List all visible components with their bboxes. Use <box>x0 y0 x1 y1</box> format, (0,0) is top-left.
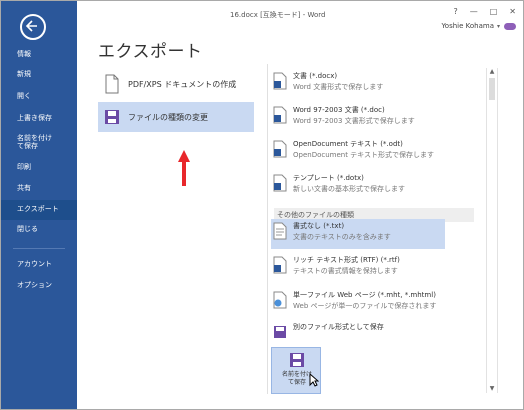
backstage-sidebar: 情報 新規 開く 上書き保存 名前を付けて保存 印刷 共有 エクスポート 閉じる… <box>1 1 77 409</box>
arrow-left-icon <box>25 20 37 32</box>
minimize-button[interactable]: — <box>470 7 478 16</box>
file-type-mht[interactable]: 単一ファイル Web ページ (*.mht, *.mhtml) Web ページが単… <box>271 288 475 318</box>
maximize-button[interactable]: □ <box>490 7 498 16</box>
sidebar-item-save[interactable]: 上書き保存 <box>1 109 77 129</box>
file-type-dotx[interactable]: テンプレート (*.dotx) 新しい文書の基本形式で保存します <box>271 171 475 201</box>
text-file-icon <box>273 222 287 240</box>
web-page-icon <box>273 291 287 309</box>
change-file-type-option[interactable]: ファイルの種類の変更 <box>98 102 254 132</box>
opendocument-icon <box>273 140 287 158</box>
user-avatar-icon[interactable] <box>504 23 516 30</box>
annotation-arrow-icon <box>178 150 190 186</box>
save-other-icon <box>274 326 286 338</box>
panel-divider <box>267 64 268 394</box>
create-pdf-xps-option[interactable]: PDF/XPS ドキュメントの作成 <box>98 69 254 99</box>
save-icon <box>290 353 304 367</box>
sidebar-item-account[interactable]: アカウント <box>1 255 77 275</box>
sidebar-item-export[interactable]: エクスポート <box>1 200 77 220</box>
file-type-icon <box>105 110 119 124</box>
sidebar-item-open[interactable]: 開く <box>1 87 77 107</box>
help-button[interactable]: ? <box>453 7 457 16</box>
sidebar-item-new[interactable]: 新規 <box>1 65 77 85</box>
rich-text-icon <box>273 256 287 274</box>
back-button[interactable] <box>20 14 46 40</box>
file-type-odt[interactable]: OpenDocument テキスト (*.odt) OpenDocument テキ… <box>271 137 475 167</box>
sidebar-item-options[interactable]: オプション <box>1 276 77 296</box>
file-type-docx[interactable]: 文書 (*.docx) Word 文書形式で保存します <box>271 69 475 99</box>
page-title: エクスポート <box>98 42 203 62</box>
file-type-doc[interactable]: Word 97-2003 文書 (*.doc) Word 97-2003 文書形式… <box>271 103 475 133</box>
user-name[interactable]: Yoshie Kohama <box>441 22 494 30</box>
sidebar-item-print[interactable]: 印刷 <box>1 158 77 178</box>
file-types-scrollbar[interactable]: ▲ ▼ <box>486 68 498 393</box>
user-menu-chevron-icon[interactable]: ▾ <box>497 23 500 30</box>
template-icon <box>273 174 287 192</box>
pdf-document-icon <box>105 74 119 94</box>
document-icon <box>273 72 287 90</box>
document-icon <box>273 106 287 124</box>
sidebar-divider <box>13 248 65 249</box>
file-type-txt[interactable]: 書式なし (*.txt) 文書のテキストのみを含みます <box>271 219 445 249</box>
window-controls: ? — □ ✕ <box>453 7 516 16</box>
scroll-thumb[interactable] <box>489 78 495 100</box>
scroll-down-icon[interactable]: ▼ <box>488 385 496 393</box>
window-title: 16.docx [互換モード] - Word <box>230 11 326 19</box>
sidebar-item-share[interactable]: 共有 <box>1 179 77 199</box>
close-button[interactable]: ✕ <box>509 7 516 16</box>
mouse-cursor-icon <box>309 373 319 387</box>
scroll-up-icon[interactable]: ▲ <box>488 68 496 76</box>
window-frame <box>0 0 524 410</box>
sidebar-item-save-as[interactable]: 名前を付けて保存 <box>1 129 77 157</box>
save-as-other-format[interactable]: 別のファイル形式として保存 <box>271 320 475 340</box>
sidebar-item-info[interactable]: 情報 <box>1 45 77 65</box>
sidebar-item-close[interactable]: 閉じる <box>1 220 77 240</box>
file-type-rtf[interactable]: リッチ テキスト形式 (RTF) (*.rtf) テキストの書式情報を保持します <box>271 253 475 283</box>
